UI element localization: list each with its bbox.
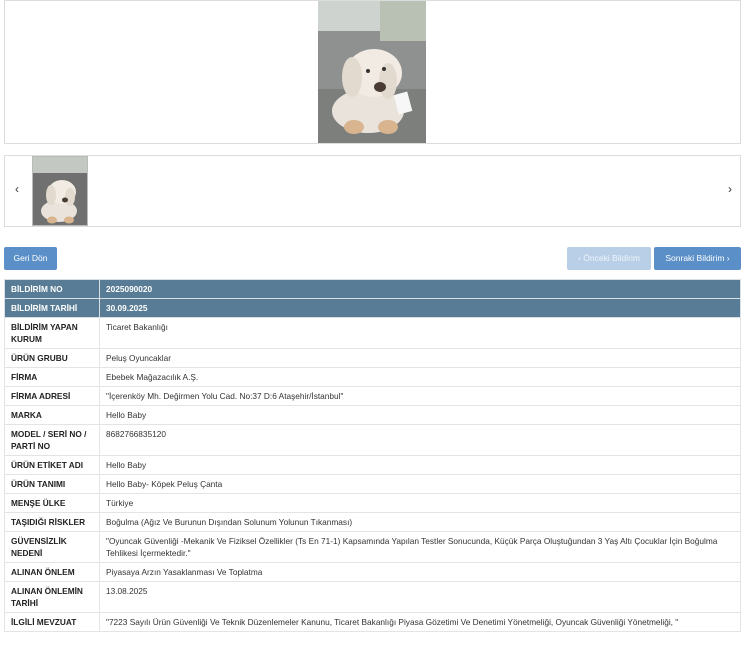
- row-value: Hello Baby: [99, 405, 741, 425]
- row-label: TAŞIDIĞI RİSKLER: [4, 512, 100, 532]
- table-row: GÜVENSİZLİK NEDENİ "Oyuncak Güvenliği -M…: [4, 531, 741, 563]
- carousel-prev-icon[interactable]: ‹: [10, 182, 24, 196]
- table-row: ÜRÜN GRUBU Peluş Oyuncaklar: [4, 348, 741, 368]
- product-thumbnail[interactable]: [32, 156, 88, 226]
- row-label: ALINAN ÖNLEMİN TARİHİ: [4, 581, 100, 613]
- row-value: 13.08.2025: [99, 581, 741, 613]
- table-row: ÜRÜN TANIMI Hello Baby- Köpek Peluş Çant…: [4, 474, 741, 494]
- table-row: MODEL / SERİ NO / PARTİ NO 8682766835120: [4, 424, 741, 456]
- row-label: FİRMA ADRESİ: [4, 386, 100, 406]
- table-row: MENŞE ÜLKE Türkiye: [4, 493, 741, 513]
- table-row: FİRMA ADRESİ "İçerenköy Mh. Değirmen Yol…: [4, 386, 741, 406]
- row-value: Ticaret Bakanlığı: [99, 317, 741, 349]
- row-label: ÜRÜN GRUBU: [4, 348, 100, 368]
- row-value: 2025090020: [99, 279, 741, 299]
- row-label: BİLDİRİM TARİHİ: [4, 298, 100, 318]
- row-label: MARKA: [4, 405, 100, 425]
- row-value: Türkiye: [99, 493, 741, 513]
- next-notification-button[interactable]: Sonraki Bildirim ›: [654, 247, 741, 270]
- row-value: "Oyuncak Güvenliği -Mekanik Ve Fiziksel …: [99, 531, 741, 563]
- notification-details-table: BİLDİRİM NO 2025090020 BİLDİRİM TARİHİ 3…: [4, 279, 741, 632]
- row-value: Ebebek Mağazacılık A.Ş.: [99, 367, 741, 387]
- row-label: MODEL / SERİ NO / PARTİ NO: [4, 424, 100, 456]
- table-row: BİLDİRİM TARİHİ 30.09.2025: [4, 298, 741, 318]
- row-value: Piyasaya Arzın Yasaklanması Ve Toplatma: [99, 562, 741, 582]
- row-label: GÜVENSİZLİK NEDENİ: [4, 531, 100, 563]
- row-value: Hello Baby: [99, 455, 741, 475]
- table-row: FİRMA Ebebek Mağazacılık A.Ş.: [4, 367, 741, 387]
- table-row: TAŞIDIĞI RİSKLER Boğulma (Ağız Ve Burunu…: [4, 512, 741, 532]
- table-row: BİLDİRİM YAPAN KURUM Ticaret Bakanlığı: [4, 317, 741, 349]
- row-value: "7223 Sayılı Ürün Güvenliği Ve Teknik Dü…: [99, 612, 741, 632]
- previous-notification-button[interactable]: ‹ Önceki Bildirim: [567, 247, 651, 270]
- row-label: ÜRÜN ETİKET ADI: [4, 455, 100, 475]
- row-value: Hello Baby- Köpek Peluş Çanta: [99, 474, 741, 494]
- row-label: İLGİLİ MEVZUAT: [4, 612, 100, 632]
- row-label: FİRMA: [4, 367, 100, 387]
- row-label: ALINAN ÖNLEM: [4, 562, 100, 582]
- table-row: İLGİLİ MEVZUAT "7223 Sayılı Ürün Güvenli…: [4, 612, 741, 632]
- table-row: ALINAN ÖNLEMİN TARİHİ 13.08.2025: [4, 581, 741, 613]
- product-main-photo[interactable]: [318, 1, 426, 143]
- main-image-panel: [4, 0, 741, 144]
- row-value: 30.09.2025: [99, 298, 741, 318]
- row-value: 8682766835120: [99, 424, 741, 456]
- row-label: BİLDİRİM YAPAN KURUM: [4, 317, 100, 349]
- thumbnail-carousel: ‹ ›: [4, 155, 741, 227]
- table-row: MARKA Hello Baby: [4, 405, 741, 425]
- row-label: BİLDİRİM NO: [4, 279, 100, 299]
- table-row: ALINAN ÖNLEM Piyasaya Arzın Yasaklanması…: [4, 562, 741, 582]
- table-row: BİLDİRİM NO 2025090020: [4, 279, 741, 299]
- row-value: Boğulma (Ağız Ve Burunun Dışından Solunu…: [99, 512, 741, 532]
- row-label: ÜRÜN TANIMI: [4, 474, 100, 494]
- table-row: ÜRÜN ETİKET ADI Hello Baby: [4, 455, 741, 475]
- back-button[interactable]: Geri Dön: [4, 247, 57, 270]
- carousel-next-icon[interactable]: ›: [723, 182, 737, 196]
- row-value: "İçerenköy Mh. Değirmen Yolu Cad. No:37 …: [99, 386, 741, 406]
- row-value: Peluş Oyuncaklar: [99, 348, 741, 368]
- row-label: MENŞE ÜLKE: [4, 493, 100, 513]
